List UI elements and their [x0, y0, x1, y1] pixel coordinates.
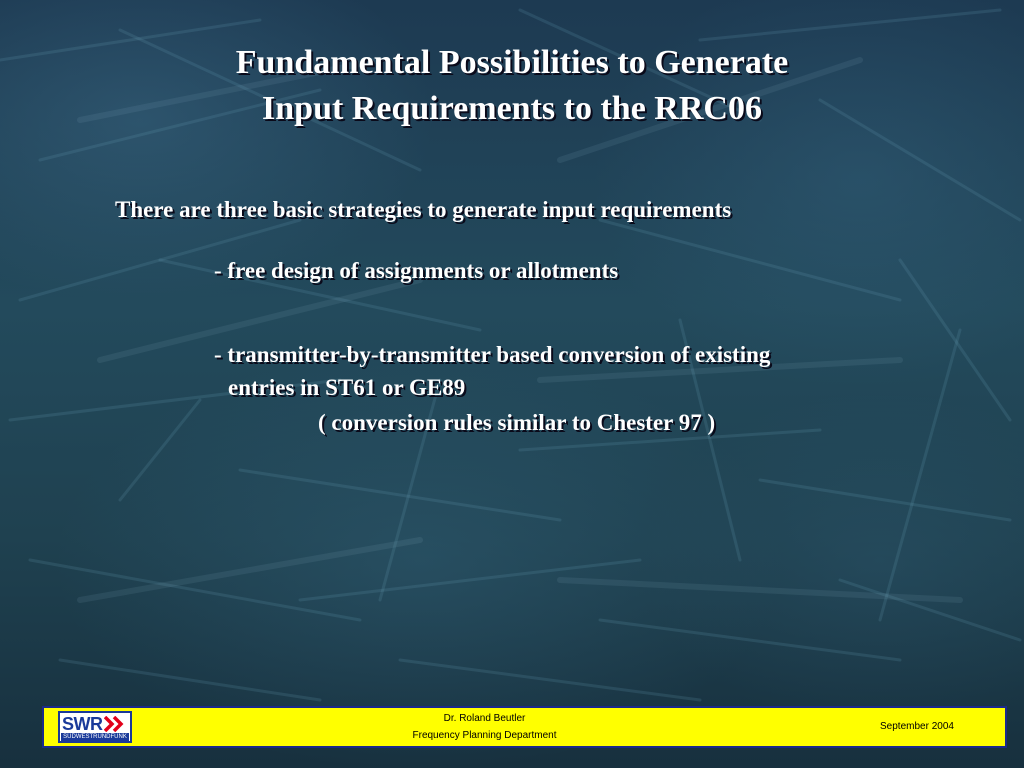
bullet-conversion-note: ( conversion rules similar to Chester 97… [318, 410, 716, 435]
footer-bar: SWR SÜDWESTRUNDFUNK Dr. Roland Beutler F… [42, 706, 1007, 748]
bullet-free-design: - free design of assignments or allotmen… [214, 258, 619, 283]
bullet-conversion-line-2: entries in ST61 or GE89 [228, 375, 466, 400]
footer-date: September 2004 [880, 721, 954, 732]
footer-author: Dr. Roland Beutler [443, 713, 526, 724]
intro-text: There are three basic strategies to gene… [115, 197, 732, 222]
footer-department: Frequency Planning Department [412, 730, 557, 741]
bullet-conversion-line-1: - transmitter-by-transmitter based conve… [214, 342, 771, 367]
slide-title-line-2: Input Requirements to the RRC06 [262, 90, 762, 127]
slide-title-line-1: Fundamental Possibilities to Generate [235, 44, 789, 81]
